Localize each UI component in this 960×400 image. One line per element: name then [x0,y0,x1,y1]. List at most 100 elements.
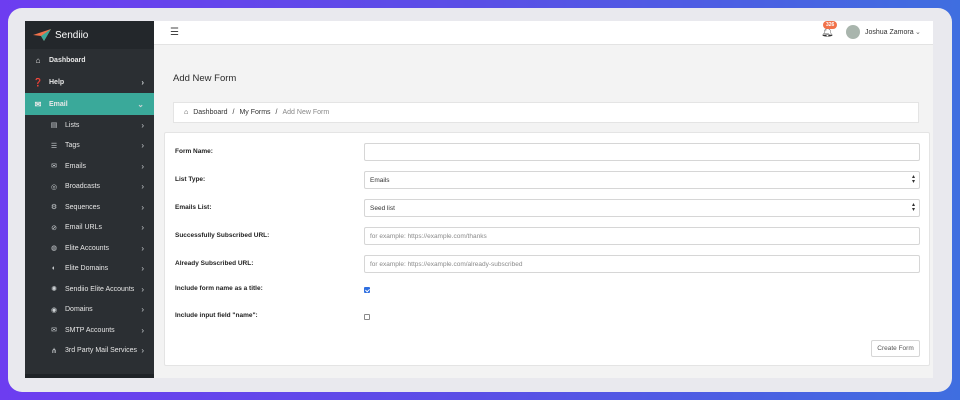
sidebar-item-label: Lists [65,121,80,129]
breadcrumb-current: Add New Form [282,109,330,116]
list-type-row: List Type: Emails ▴ ▾ [165,171,929,189]
success-url-label: Successfully Subscribed URL: [175,232,270,239]
sidebar-item-smtp-accounts[interactable]: ✉ SMTP Accounts › [25,320,154,341]
sidebar-item-lists[interactable]: ▤ Lists › [25,115,154,136]
topbar: ☰ 🔔︎ 326 Joshua Zamora ⌄ [154,21,933,45]
already-url-label: Already Subscribed URL: [175,260,254,267]
gear-icon: ⚙ [50,204,58,212]
sidebar-item-label: Email URLs [65,224,102,232]
chevron-right-icon: › [141,202,144,212]
page-title: Add New Form [173,73,237,84]
emails-list-select[interactable]: Seed list ▴ ▾ [364,199,920,217]
list-type-value: Emails [370,176,390,184]
list-type-label: List Type: [175,176,206,183]
chevron-right-icon: › [141,141,144,151]
sidebar-item-dashboard[interactable]: ⌂ Dashboard [25,49,154,71]
sidebar-item-emails[interactable]: ✉ Emails › [25,156,154,177]
app-window: Sendiio ⌂ Dashboard ❓ Help › ✉ Email ⌄ ▤… [25,21,933,378]
breadcrumb-separator: / [275,109,278,116]
select-arrows-icon: ▴ ▾ [911,202,915,213]
sidebar-item-label: Sequences [65,203,101,211]
sidebar-item-tags[interactable]: ☰ Tags › [25,136,154,157]
sidebar-item-label: Sendiio Elite Accounts [65,285,135,293]
settings-icon: ✺ [51,286,57,294]
sidebar-item-label: Emails [65,162,87,170]
chevron-right-icon: › [141,325,144,335]
sitemap-icon: ⋔ [51,347,57,355]
sidebar-item-help[interactable]: ❓ Help › [25,71,154,93]
sidebar-item-label: Elite Domains [65,265,109,273]
already-url-row: Already Subscribed URL: [165,255,929,273]
breadcrumb-separator: / [232,109,235,116]
envelope-icon: ✉ [34,99,42,109]
emails-list-row: Emails List: Seed list ▴ ▾ [165,199,929,217]
smtp-mail-icon: ✉ [51,327,57,335]
sidebar: Sendiio ⌂ Dashboard ❓ Help › ✉ Email ⌄ ▤… [25,21,154,378]
sidebar-item-label: Help [49,78,65,86]
chevron-right-icon: › [141,223,144,233]
sidebar-item-label: Email [49,100,68,108]
chevron-right-icon: › [141,264,144,274]
success-url-row: Successfully Subscribed URL: [165,227,929,245]
include-title-label: Include form name as a title: [175,285,263,292]
chevron-right-icon: › [141,77,144,87]
paper-plane-icon [33,29,51,41]
list-type-select[interactable]: Emails ▴ ▾ [364,171,920,189]
list-box-icon: ▤ [50,122,58,130]
include-title-checkbox[interactable] [364,287,370,293]
sidebar-item-3rd-party-mail-services[interactable]: ⋔ 3rd Party Mail Services › [25,341,154,362]
breadcrumb-my-forms[interactable]: My Forms [239,109,270,116]
include-name-row: Include input field "name": [165,310,929,328]
sidebar-item-label: Elite Accounts [65,244,109,252]
already-url-input[interactable] [364,255,920,273]
user-name[interactable]: Joshua Zamora [865,29,914,36]
brand-name: Sendiio [55,29,89,41]
sidebar-item-broadcasts[interactable]: ◎ Broadcasts › [25,177,154,198]
link-icon: ⊘ [51,224,57,232]
sidebar-item-label: Broadcasts [65,183,101,191]
sidebar-item-sequences[interactable]: ⚙ Sequences › [25,197,154,218]
sidebar-item-elite-domains[interactable]: ◐ Elite Domains › [25,259,154,280]
chevron-down-icon[interactable]: ⌄ [915,28,921,36]
sidebar-item-email[interactable]: ✉ Email ⌄ [25,93,154,115]
avatar[interactable] [846,25,860,39]
broadcast-icon: ◎ [50,183,58,191]
globe-icon: ◍ [50,245,58,253]
emails-list-label: Emails List: [175,204,212,211]
chevron-right-icon: › [141,305,144,315]
include-name-label: Include input field "name": [175,312,258,319]
sidebar-item-label: Domains [65,306,93,314]
form-name-input[interactable] [364,143,920,161]
sidebar-item-label: SMTP Accounts [65,326,115,334]
sidebar-item-sendiio-elite-accounts[interactable]: ✺ Sendiio Elite Accounts › [25,279,154,300]
include-name-checkbox[interactable] [364,314,370,320]
sidebar-item-domains[interactable]: ◉ Domains › [25,300,154,321]
sidebar-footer [25,374,154,378]
success-url-input[interactable] [364,227,920,245]
brand-logo[interactable]: Sendiio [25,21,154,49]
hamburger-menu-icon[interactable]: ☰ [170,27,179,38]
chevron-down-icon: ⌄ [137,99,144,109]
emails-list-value: Seed list [370,204,395,212]
chevron-right-icon: › [141,284,144,294]
breadcrumb-dashboard[interactable]: Dashboard [193,109,227,116]
form-name-label: Form Name: [175,148,213,155]
tag-list-icon: ☰ [50,142,58,150]
sidebar-item-email-urls[interactable]: ⊘ Email URLs › [25,218,154,239]
sidebar-item-label: Dashboard [49,56,86,64]
sidebar-item-label: Tags [65,142,80,150]
question-circle-icon: ❓ [33,77,43,87]
chevron-right-icon: › [141,161,144,171]
globe-alt-icon: ◐ [51,265,57,273]
breadcrumb: ⌂ Dashboard / My Forms / Add New Form [173,102,919,123]
select-arrows-icon: ▴ ▾ [911,174,915,185]
chevron-right-icon: › [141,120,144,130]
chevron-right-icon: › [141,182,144,192]
sidebar-item-elite-accounts[interactable]: ◍ Elite Accounts › [25,238,154,259]
home-icon: ⌂ [35,55,41,65]
create-form-button[interactable]: Create Form [871,340,920,357]
domain-icon: ◉ [50,306,58,314]
sidebar-item-label: 3rd Party Mail Services [65,347,137,355]
mail-icon: ✉ [51,163,57,171]
home-icon[interactable]: ⌂ [184,109,188,116]
